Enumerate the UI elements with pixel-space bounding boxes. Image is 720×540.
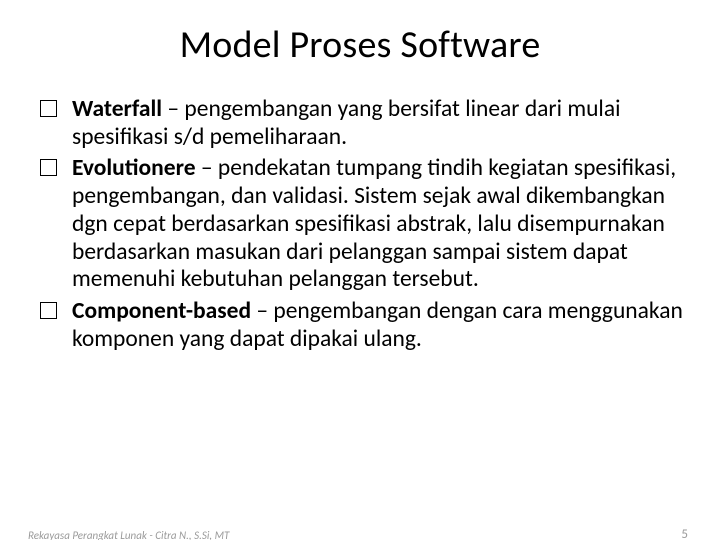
list-item: Component-based – pengembangan dengan ca… xyxy=(40,298,688,353)
square-bullet-icon xyxy=(40,159,57,176)
square-bullet-icon xyxy=(40,100,57,117)
page-title: Model Proses Software xyxy=(0,22,720,68)
body-text: Waterfall – pengembangan yang bersifat l… xyxy=(0,96,720,353)
square-bullet-icon xyxy=(40,302,57,319)
term: Component-based xyxy=(72,297,251,325)
list-item: Waterfall – pengembangan yang bersifat l… xyxy=(40,96,688,151)
footer-credit: Rekayasa Perangkat Lunak - Citra N., S.S… xyxy=(28,529,229,540)
list-item: Evolutionere – pendekatan tumpang tindih… xyxy=(40,155,688,294)
term: Evolutionere xyxy=(72,154,196,182)
page-number: 5 xyxy=(681,527,688,540)
term: Waterfall xyxy=(72,95,162,123)
slide: Model Proses Software Waterfall – pengem… xyxy=(0,22,720,540)
